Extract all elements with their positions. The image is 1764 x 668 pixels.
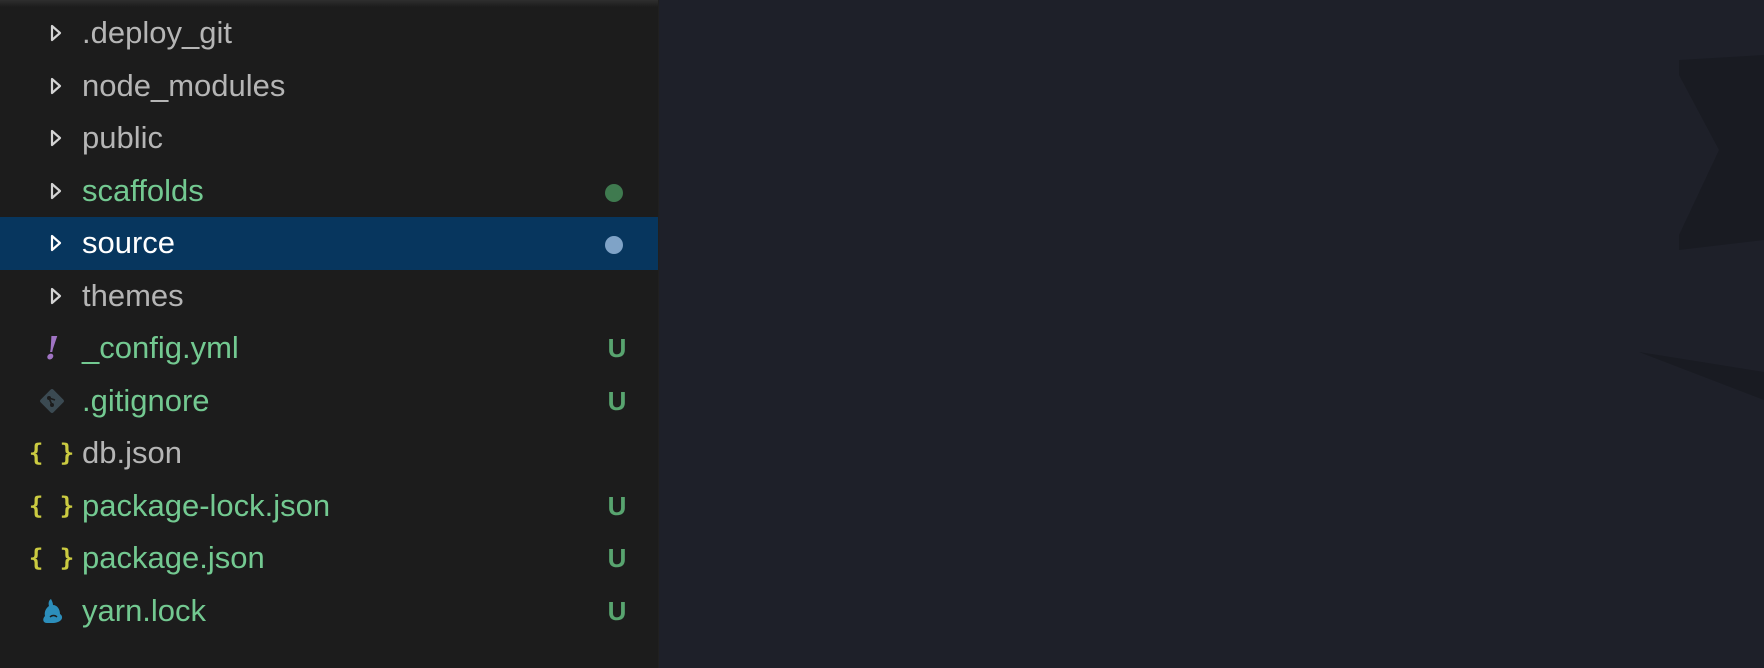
tree-item-label: scaffolds (82, 172, 204, 208)
tree-item-label: db.json (82, 435, 182, 470)
tree-item-label: source (82, 225, 176, 260)
sidebar-scroll-shadow (0, 0, 658, 7)
vscode-watermark-logo (1639, 55, 1764, 400)
chevron-right-icon[interactable] (45, 112, 67, 165)
tree-item-label: _config.yml (82, 330, 239, 365)
chevron-right-icon[interactable] (45, 60, 67, 113)
tree-item-label: yarn.lock (82, 592, 207, 628)
tree-item-deploy-git[interactable]: .deploy_git (0, 7, 658, 60)
git-untracked-badge: U (607, 385, 627, 416)
chevron-right-icon[interactable] (45, 165, 67, 218)
tree-item-public[interactable]: public (0, 112, 658, 165)
tree-item-label: node_modules (82, 67, 286, 103)
tree-item-node-modules[interactable]: node_modules (0, 60, 658, 113)
chevron-right-icon[interactable] (45, 217, 67, 270)
tree-item-themes[interactable]: themes (0, 270, 658, 323)
git-untracked-badge: U (607, 543, 627, 573)
json-icon: { } (28, 439, 76, 467)
tree-item-scaffolds[interactable]: scaffolds (0, 165, 658, 218)
git-untracked-badge: U (607, 333, 627, 363)
tree-item-gitignore[interactable]: .gitignore U (0, 375, 658, 428)
tree-item-label: public (82, 120, 163, 155)
chevron-right-icon[interactable] (45, 7, 67, 60)
tree-item-db-json[interactable]: { } db.json (0, 427, 658, 480)
git-modified-dot (605, 183, 623, 202)
editor-area (659, 0, 1764, 668)
tree-item-package-lock-json[interactable]: { } package-lock.json U (0, 480, 658, 533)
tree-item-package-json[interactable]: { } package.json U (0, 532, 658, 585)
file-tree: .deploy_git node_modules public scaffold… (0, 7, 658, 637)
git-modified-dot (605, 236, 623, 254)
tree-item-label: package.json (82, 540, 265, 575)
tree-item-source[interactable]: source (0, 217, 658, 270)
tree-item-config-yml[interactable]: ! _config.yml U (0, 322, 658, 375)
explorer-sidebar: .deploy_git node_modules public scaffold… (0, 0, 659, 668)
json-icon: { } (28, 544, 76, 572)
tree-item-label: package-lock.json (82, 487, 331, 523)
tree-item-yarn-lock[interactable]: yarn.lock U (0, 585, 658, 638)
json-icon: { } (28, 491, 76, 520)
tree-item-label: .deploy_git (82, 15, 232, 50)
vscode-window: .deploy_git node_modules public scaffold… (0, 0, 1764, 668)
yarn-icon (34, 585, 70, 638)
git-icon (34, 375, 70, 428)
tree-item-label: themes (82, 277, 184, 313)
tree-item-label: .gitignore (82, 382, 210, 418)
yaml-icon: ! (44, 329, 60, 367)
git-untracked-badge: U (607, 490, 627, 521)
chevron-right-icon[interactable] (45, 270, 67, 323)
git-untracked-badge: U (607, 595, 627, 626)
